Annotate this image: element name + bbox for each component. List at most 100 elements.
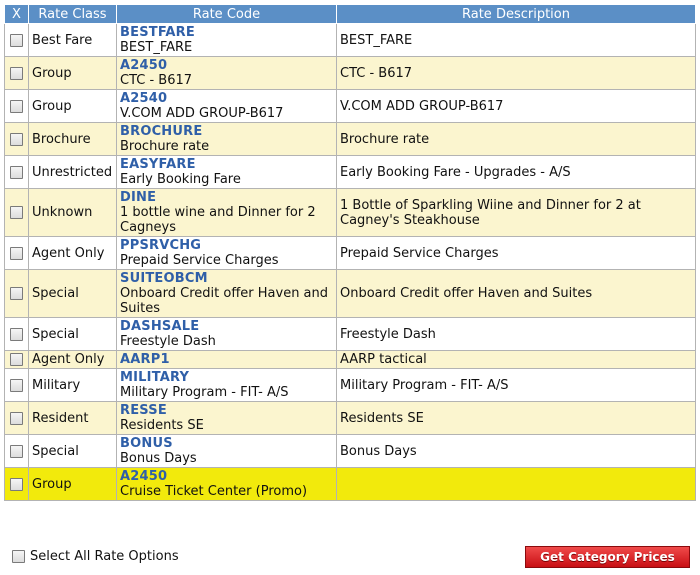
row-select-cell: [4, 155, 29, 189]
rate-code: BROCHURE: [120, 124, 203, 139]
rate-class-cell: Group: [28, 56, 117, 90]
rate-code-description: 1 bottle wine and Dinner for 2 Cagneys: [120, 205, 316, 235]
get-category-prices-button[interactable]: Get Category Prices: [525, 546, 690, 568]
column-header-rate-class: Rate Class: [28, 4, 117, 24]
table-row[interactable]: Special BONUS Bonus Days Bonus Days: [4, 434, 696, 468]
rate-description-cell: Freestyle Dash: [336, 317, 696, 351]
rate-class-cell: Agent Only: [28, 236, 117, 270]
table-row[interactable]: Agent Only PPSRVCHG Prepaid Service Charge…: [4, 236, 696, 270]
rate-code: AARP1: [120, 352, 170, 367]
select-all-label: Select All Rate Options: [30, 549, 179, 564]
rate-code: PPSRVCHG: [120, 238, 202, 253]
rate-code-cell: MILITARY Military Program - FIT- A/S: [116, 368, 337, 402]
rate-class-cell: Military: [28, 368, 117, 402]
rate-code: EASYFARE: [120, 157, 196, 172]
rate-code-cell: BONUS Bonus Days: [116, 434, 337, 468]
rate-class-cell: Brochure: [28, 122, 117, 156]
rate-code: SUITEOBCM: [120, 271, 208, 286]
rate-description-cell: AARP tactical: [336, 350, 696, 369]
row-checkbox[interactable]: [10, 33, 23, 47]
rate-code-description: CTC - B617: [120, 73, 193, 88]
rate-code: DINE: [120, 190, 157, 205]
rate-code: A2450: [120, 469, 168, 484]
rate-class-cell: Special: [28, 317, 117, 351]
rate-class-cell: Resident: [28, 401, 117, 435]
rate-description-cell: CTC - B617: [336, 56, 696, 90]
rate-description-cell: V.COM ADD GROUP-B617: [336, 89, 696, 123]
rate-code-description: Freestyle Dash: [120, 334, 216, 349]
rate-code-description: Cruise Ticket Center (Promo): [120, 484, 308, 499]
row-checkbox[interactable]: [10, 378, 23, 392]
rate-description-cell: 1 Bottle of Sparkling Wiine and Dinner f…: [336, 188, 696, 237]
column-header-rate-code: Rate Code: [116, 4, 337, 24]
row-checkbox[interactable]: [10, 132, 23, 146]
row-select-cell: [4, 434, 29, 468]
rate-code-cell: RESSE Residents SE: [116, 401, 337, 435]
table-row[interactable]: Group A2540 V.COM ADD GROUP-B617 V.COM ADD …: [4, 89, 696, 123]
table-row[interactable]: Resident RESSE Residents SE Residents SE: [4, 401, 696, 435]
table-row[interactable]: Best Fare BESTFARE BEST_FARE BEST_FARE: [4, 23, 696, 57]
rate-class-cell: Special: [28, 269, 117, 318]
row-checkbox[interactable]: [10, 477, 23, 491]
row-checkbox[interactable]: [10, 99, 23, 113]
row-checkbox[interactable]: [10, 353, 23, 366]
rate-class-cell: Special: [28, 434, 117, 468]
rate-description-cell: BEST_FARE: [336, 23, 696, 57]
rate-code-cell: BROCHURE Brochure rate: [116, 122, 337, 156]
rate-code-cell: A2450 Cruise Ticket Center (Promo): [116, 467, 337, 501]
table-row[interactable]: Unknown DINE 1 bottle wine and Dinner for …: [4, 188, 696, 237]
rate-description-cell: Brochure rate: [336, 122, 696, 156]
rate-table-body: Best Fare BESTFARE BEST_FARE BEST_FARE Group…: [4, 23, 696, 501]
select-all-checkbox[interactable]: [12, 550, 25, 563]
table-header-row: X Rate Class Rate Code Rate Description: [4, 4, 696, 24]
rate-code: A2540: [120, 91, 168, 106]
table-row[interactable]: Military MILITARY Military Program - FIT- …: [4, 368, 696, 402]
rate-code-cell: A2540 V.COM ADD GROUP-B617: [116, 89, 337, 123]
row-select-cell: [4, 401, 29, 435]
rate-code-cell: BESTFARE BEST_FARE: [116, 23, 337, 57]
rate-code: MILITARY: [120, 370, 190, 385]
rate-code: RESSE: [120, 403, 167, 418]
table-row[interactable]: Special SUITEOBCM Onboard Credit offer Hav…: [4, 269, 696, 318]
rate-class-cell: Group: [28, 467, 117, 501]
table-row[interactable]: Unrestricted EASYFARE Early Booking Fare Ea…: [4, 155, 696, 189]
row-checkbox[interactable]: [10, 66, 23, 80]
table-row[interactable]: Group A2450 CTC - B617 CTC - B617: [4, 56, 696, 90]
row-select-cell: [4, 188, 29, 237]
rate-class-cell: Agent Only: [28, 350, 117, 369]
row-checkbox[interactable]: [10, 444, 23, 458]
rate-options-panel: X Rate Class Rate Code Rate Description …: [4, 4, 696, 501]
rate-code-description: Military Program - FIT- A/S: [120, 385, 289, 400]
rate-code-cell: EASYFARE Early Booking Fare: [116, 155, 337, 189]
rate-description-cell: Prepaid Service Charges: [336, 236, 696, 270]
rate-class-cell: Best Fare: [28, 23, 117, 57]
table-row[interactable]: Group A2450 Cruise Ticket Center (Promo): [4, 467, 696, 501]
rate-code-description: Residents SE: [120, 418, 204, 433]
rate-code-description: Onboard Credit offer Haven and Suites: [120, 286, 329, 316]
row-select-cell: [4, 89, 29, 123]
table-row[interactable]: Brochure BROCHURE Brochure rate Brochure ra…: [4, 122, 696, 156]
rate-code: BESTFARE: [120, 25, 195, 40]
column-header-rate-description: Rate Description: [336, 4, 696, 24]
select-all-control[interactable]: Select All Rate Options: [12, 549, 179, 564]
rate-code-description: V.COM ADD GROUP-B617: [120, 106, 284, 121]
rate-code-description: Brochure rate: [120, 139, 210, 154]
row-select-cell: [4, 467, 29, 501]
row-select-cell: [4, 122, 29, 156]
row-checkbox[interactable]: [10, 287, 23, 300]
row-select-cell: [4, 236, 29, 270]
table-row[interactable]: Agent Only AARP1 AARP tactical: [4, 350, 696, 369]
row-checkbox[interactable]: [10, 246, 23, 260]
rate-description-cell: [336, 467, 696, 501]
row-checkbox[interactable]: [10, 327, 23, 341]
rate-code-cell: SUITEOBCM Onboard Credit offer Haven and …: [116, 269, 337, 318]
rate-table: X Rate Class Rate Code Rate Description …: [4, 4, 696, 501]
row-checkbox[interactable]: [10, 206, 23, 219]
row-select-cell: [4, 350, 29, 369]
rate-class-cell: Unknown: [28, 188, 117, 237]
rate-code-description: BEST_FARE: [120, 40, 193, 55]
row-checkbox[interactable]: [10, 411, 23, 425]
row-checkbox[interactable]: [10, 165, 23, 179]
rate-code-description: Prepaid Service Charges: [120, 253, 279, 268]
table-row[interactable]: Special DASHSALE Freestyle Dash Freestyle D…: [4, 317, 696, 351]
